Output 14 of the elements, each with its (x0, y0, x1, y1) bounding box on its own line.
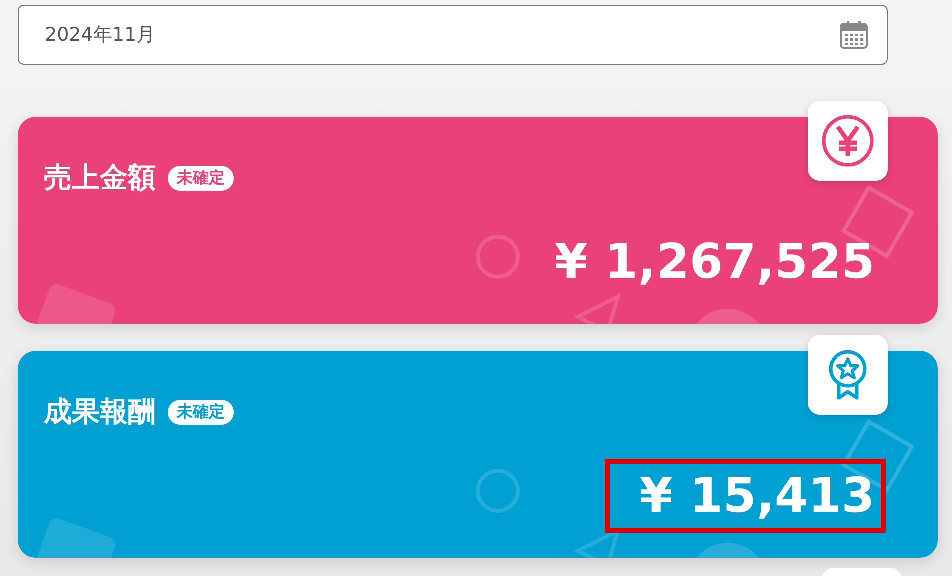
calendar-icon[interactable] (839, 20, 869, 50)
status-badge: 未確定 (168, 166, 234, 190)
decor-shape (574, 527, 622, 558)
amount-value: ¥ 1,267,525 (554, 233, 876, 292)
month-value: 2024年11月 (45, 23, 156, 48)
card-title: 売上金額 (44, 160, 156, 196)
status-badge: 未確定 (168, 400, 234, 424)
month-field[interactable]: 2024年11月 (18, 5, 888, 65)
decor-shape (476, 235, 520, 279)
amount-value: ¥ 15,413 (604, 459, 886, 533)
decor-shape (476, 469, 520, 513)
yen-icon (821, 114, 875, 168)
card-title: 成果報酬 (44, 394, 156, 430)
decor-shape (574, 293, 622, 324)
